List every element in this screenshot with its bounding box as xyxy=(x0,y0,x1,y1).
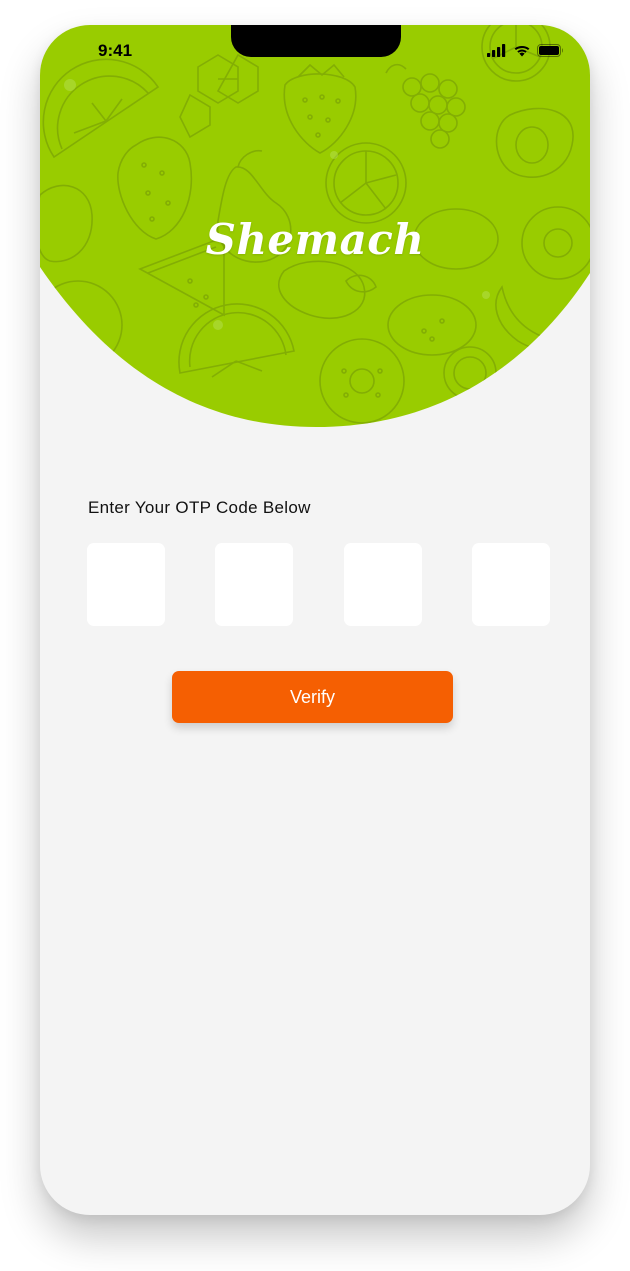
otp-instruction-label: Enter Your OTP Code Below xyxy=(88,498,311,517)
otp-digit-3-input[interactable] xyxy=(344,543,422,626)
hero-banner: 9:41 Shemach xyxy=(40,25,590,430)
verify-button[interactable]: Verify xyxy=(172,671,453,723)
device-notch xyxy=(231,25,401,57)
otp-input-group xyxy=(87,543,551,627)
phone-screen: 9:41 Shemach Enter Your OTP Code Below V… xyxy=(40,25,590,1215)
cellular-signal-icon xyxy=(487,44,506,57)
brand-title: Shemach xyxy=(205,215,425,264)
otp-digit-4-input[interactable] xyxy=(472,543,550,626)
otp-digit-2-input[interactable] xyxy=(215,543,293,626)
otp-digit-1-input[interactable] xyxy=(87,543,165,626)
status-icons xyxy=(487,44,564,57)
wifi-icon xyxy=(514,46,530,57)
battery-icon xyxy=(537,44,563,57)
status-time: 9:41 xyxy=(98,41,133,60)
